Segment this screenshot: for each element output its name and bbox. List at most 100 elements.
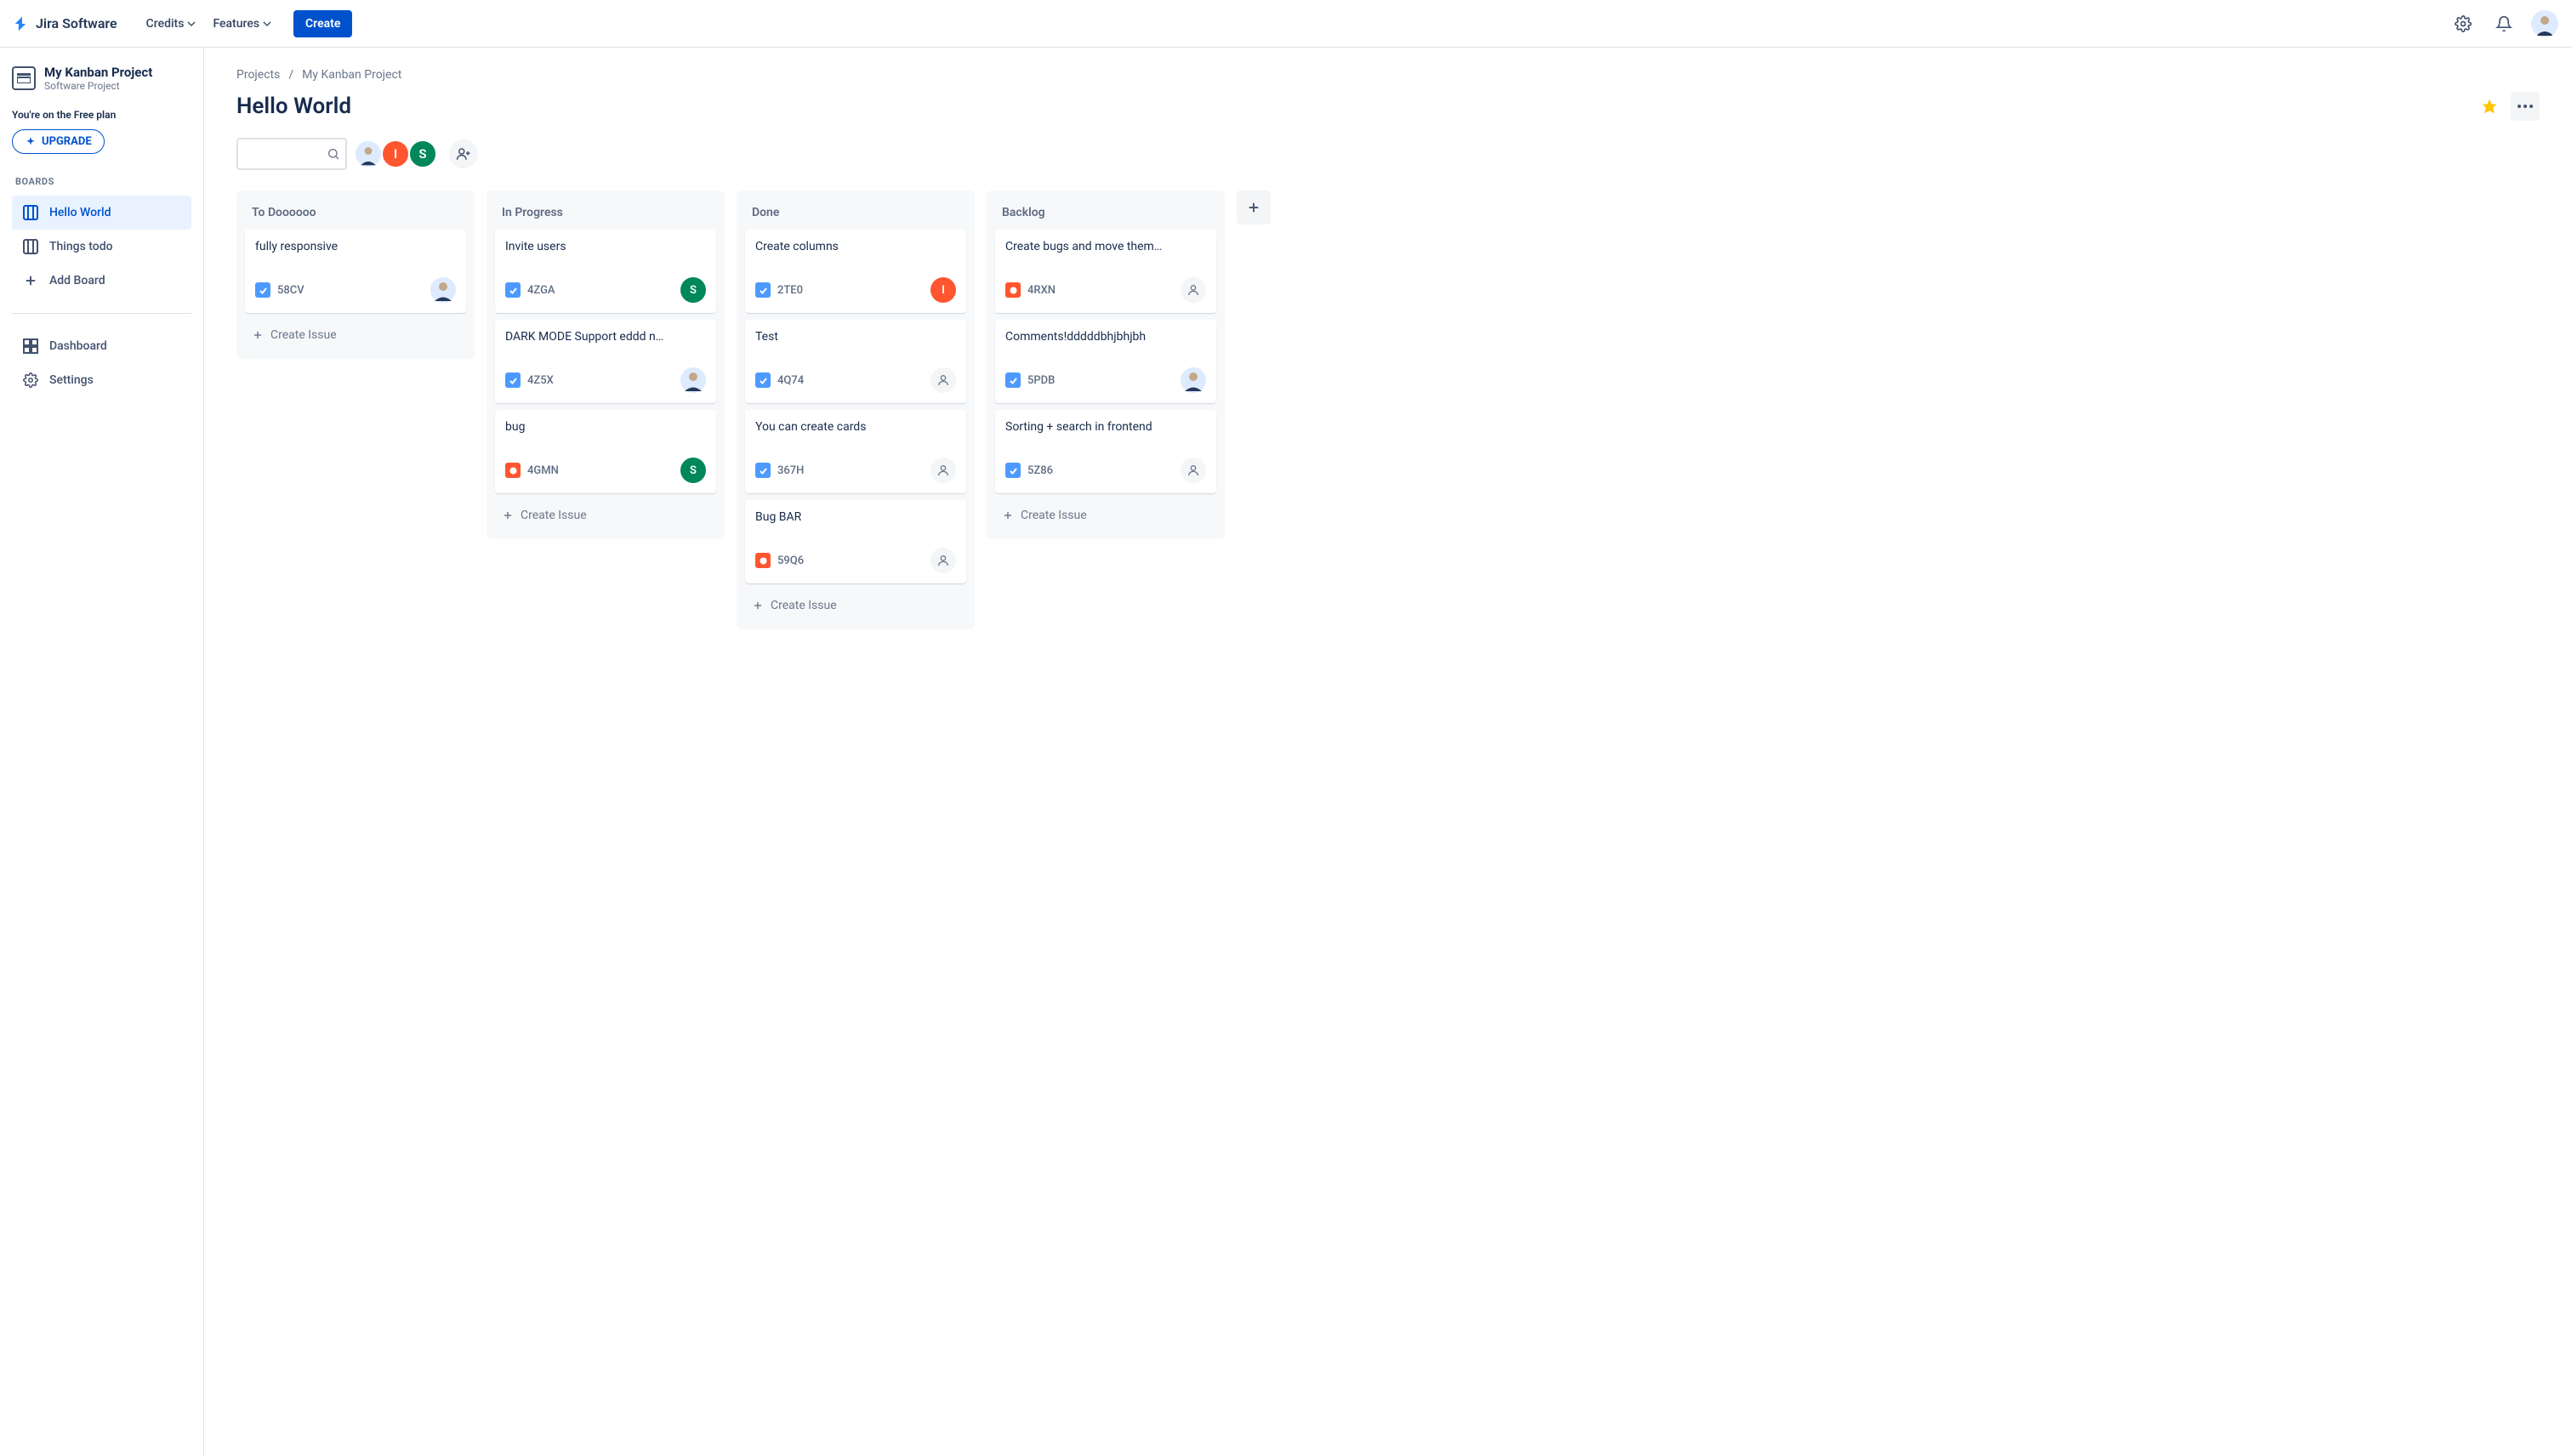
create-issue-label: Create Issue bbox=[521, 509, 587, 522]
assignee-unassigned[interactable] bbox=[1181, 458, 1206, 483]
card-title: Comments!dddddbhjbhjbh bbox=[1005, 330, 1206, 344]
create-issue-button[interactable]: Create Issue bbox=[995, 500, 1216, 531]
people-avatar[interactable]: I bbox=[381, 139, 410, 168]
board-columns: To Doooooo fully responsive 58CV Create … bbox=[236, 191, 2540, 629]
top-nav: Jira Software CreditsFeatures Create bbox=[0, 0, 2572, 48]
card-key: 5Z86 bbox=[1027, 464, 1053, 477]
card-title: Invite users bbox=[505, 240, 706, 253]
card-key: 367H bbox=[777, 464, 804, 477]
issue-card[interactable]: Sorting + search in frontend 5Z86 bbox=[995, 410, 1216, 493]
issue-card[interactable]: Create columns 2TE0 I bbox=[745, 230, 966, 313]
people-avatar[interactable] bbox=[354, 139, 383, 168]
project-header[interactable]: My Kanban Project Software Project bbox=[12, 65, 191, 92]
sidebar-link-label: Dashboard bbox=[49, 339, 107, 353]
create-button[interactable]: Create bbox=[293, 10, 352, 37]
issue-card[interactable]: You can create cards 367H bbox=[745, 410, 966, 493]
plus-icon bbox=[22, 272, 39, 289]
assignee-avatar[interactable] bbox=[430, 277, 456, 303]
assignee-unassigned[interactable] bbox=[1181, 277, 1206, 303]
chevron-down-icon bbox=[187, 20, 196, 28]
column-title[interactable]: To Doooooo bbox=[245, 202, 466, 230]
issue-card[interactable]: bug 4GMN S bbox=[495, 410, 716, 493]
assignee-unassigned[interactable] bbox=[930, 458, 956, 483]
add-people-button[interactable] bbox=[449, 139, 478, 168]
card-key: 4ZGA bbox=[527, 284, 555, 297]
card-title: You can create cards bbox=[755, 420, 956, 434]
add-column-button[interactable] bbox=[1237, 191, 1271, 225]
nav-item-credits[interactable]: Credits bbox=[138, 12, 205, 36]
more-actions-button[interactable] bbox=[2511, 92, 2540, 121]
issue-card[interactable]: Create bugs and move them… 4RXN bbox=[995, 230, 1216, 313]
project-icon bbox=[12, 66, 36, 90]
column: To Doooooo fully responsive 58CV Create … bbox=[236, 191, 475, 359]
people-avatar[interactable]: S bbox=[408, 139, 437, 168]
notifications-button[interactable] bbox=[2490, 10, 2518, 37]
sidebar-link-label: Settings bbox=[49, 373, 94, 387]
task-icon bbox=[755, 373, 771, 388]
logo-icon bbox=[14, 15, 31, 32]
assignee-avatar[interactable]: I bbox=[930, 277, 956, 303]
issue-card[interactable]: Bug BAR 59Q6 bbox=[745, 500, 966, 583]
card-title: Create bugs and move them… bbox=[1005, 240, 1206, 253]
task-icon bbox=[755, 282, 771, 298]
upgrade-button[interactable]: UPGRADE bbox=[12, 129, 105, 154]
board-icon bbox=[22, 238, 39, 255]
issue-card[interactable]: Test 4Q74 bbox=[745, 320, 966, 403]
column-title[interactable]: In Progress bbox=[495, 202, 716, 230]
product-logo[interactable]: Jira Software bbox=[14, 15, 117, 32]
issue-card[interactable]: fully responsive 58CV bbox=[245, 230, 466, 313]
card-title: DARK MODE Support eddd n… bbox=[505, 330, 706, 344]
assignee-avatar[interactable]: S bbox=[680, 458, 706, 483]
assignee-unassigned[interactable] bbox=[930, 367, 956, 393]
project-subtitle: Software Project bbox=[44, 80, 152, 92]
card-key: 4Z5X bbox=[527, 374, 554, 387]
task-icon bbox=[505, 373, 521, 388]
add-board-button[interactable]: Add Board bbox=[12, 264, 191, 298]
card-title: Test bbox=[755, 330, 956, 344]
issue-card[interactable]: DARK MODE Support eddd n… 4Z5X bbox=[495, 320, 716, 403]
assignee-avatar[interactable]: S bbox=[680, 277, 706, 303]
column-title[interactable]: Done bbox=[745, 202, 966, 230]
sidebar-link-settings[interactable]: Settings bbox=[12, 363, 191, 397]
card-key: 2TE0 bbox=[777, 284, 803, 297]
board-label: Things todo bbox=[49, 240, 113, 253]
bug-icon bbox=[755, 553, 771, 568]
create-issue-button[interactable]: Create Issue bbox=[245, 320, 466, 350]
sidebar-link-dashboard[interactable]: Dashboard bbox=[12, 329, 191, 363]
breadcrumb-root[interactable]: Projects bbox=[236, 68, 280, 82]
task-icon bbox=[255, 282, 270, 298]
task-icon bbox=[1005, 463, 1021, 478]
more-icon bbox=[2518, 105, 2533, 108]
upgrade-label: UPGRADE bbox=[42, 135, 92, 148]
board-item[interactable]: Things todo bbox=[12, 230, 191, 264]
plus-icon bbox=[502, 509, 514, 521]
star-button[interactable] bbox=[2475, 92, 2504, 121]
user-avatar[interactable] bbox=[2531, 10, 2558, 37]
board-title: Hello World bbox=[236, 94, 351, 119]
assignee-avatar[interactable] bbox=[680, 367, 706, 393]
plus-icon bbox=[252, 329, 264, 341]
plan-label: You're on the Free plan bbox=[12, 109, 191, 121]
search-icon bbox=[327, 147, 340, 161]
task-icon bbox=[755, 463, 771, 478]
nav-item-features[interactable]: Features bbox=[204, 12, 280, 36]
card-title: Sorting + search in frontend bbox=[1005, 420, 1206, 434]
people-filter: IS bbox=[356, 139, 437, 168]
board-item[interactable]: Hello World bbox=[12, 196, 191, 230]
card-key: 59Q6 bbox=[777, 555, 804, 567]
create-issue-label: Create Issue bbox=[1021, 509, 1087, 522]
issue-card[interactable]: Comments!dddddbhjbhjbh 5PDB bbox=[995, 320, 1216, 403]
breadcrumb-current: My Kanban Project bbox=[302, 68, 401, 82]
create-issue-button[interactable]: Create Issue bbox=[745, 590, 966, 621]
issue-card[interactable]: Invite users 4ZGA S bbox=[495, 230, 716, 313]
card-key: 58CV bbox=[277, 284, 304, 297]
bell-icon bbox=[2495, 15, 2512, 32]
card-title: bug bbox=[505, 420, 706, 434]
create-issue-button[interactable]: Create Issue bbox=[495, 500, 716, 531]
assignee-avatar[interactable] bbox=[1181, 367, 1206, 393]
column: Done Create columns 2TE0 I Test 4Q74 You… bbox=[737, 191, 975, 629]
settings-button[interactable] bbox=[2450, 10, 2477, 37]
column-title[interactable]: Backlog bbox=[995, 202, 1216, 230]
assignee-unassigned[interactable] bbox=[930, 548, 956, 573]
star-icon bbox=[2481, 98, 2498, 115]
